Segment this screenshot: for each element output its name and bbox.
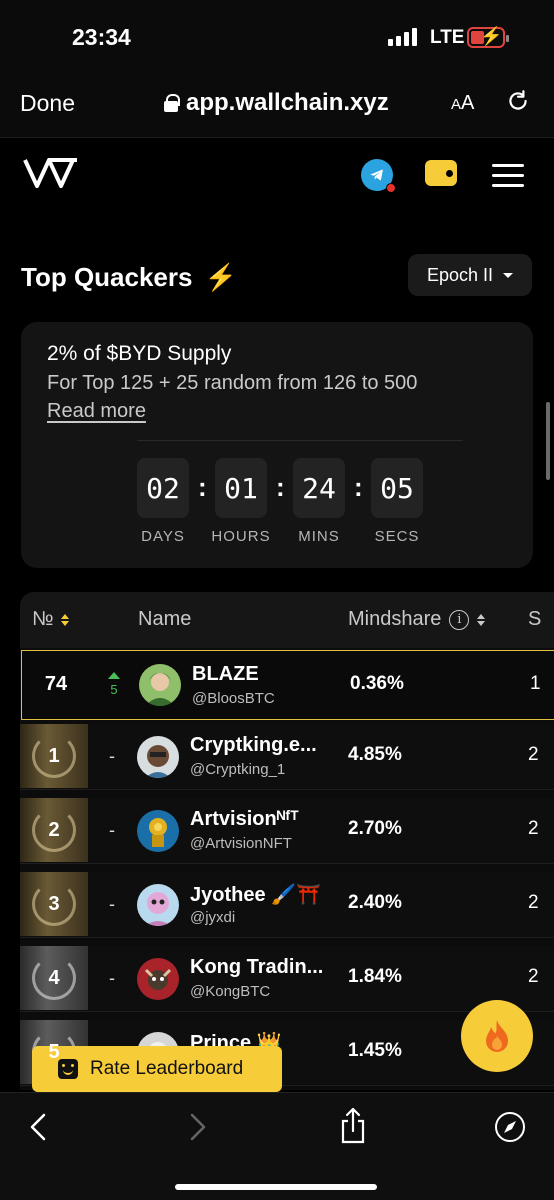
next-column-value: 2 xyxy=(528,818,539,839)
avatar xyxy=(137,810,179,852)
reward-description: For Top 125 + 25 random from 126 to 500 xyxy=(47,372,418,394)
rank-change: - xyxy=(109,967,115,988)
user-handle: @KongBTC xyxy=(190,983,271,1000)
table-row[interactable]: 1 - Cryptking.e... @Cryptking_1 4.85% 2 xyxy=(20,724,554,790)
home-indicator xyxy=(175,1184,377,1190)
user-handle: @ArtvisionNFT xyxy=(190,835,292,852)
browser-toolbar: Done app.wallchain.xyz AA xyxy=(0,76,554,138)
next-column-value: 2 xyxy=(528,892,539,913)
info-icon[interactable]: i xyxy=(449,609,470,630)
divider xyxy=(137,440,463,441)
countdown-days: 02 xyxy=(137,458,189,518)
countdown-mins: 24 xyxy=(293,458,345,518)
user-name: BLAZE xyxy=(192,663,259,685)
column-next: S xyxy=(528,608,542,630)
address-bar[interactable]: app.wallchain.xyz xyxy=(164,89,389,117)
mindshare-value: 0.36% xyxy=(350,673,404,694)
user-name: Cryptking.e... xyxy=(190,734,317,756)
arrow-up-icon xyxy=(108,672,120,679)
sort-icon xyxy=(61,613,70,626)
lock-icon xyxy=(164,94,180,112)
column-mindshare[interactable]: Mindshare i xyxy=(348,608,486,631)
network-type: LTE xyxy=(430,27,465,48)
mindshare-value: 2.70% xyxy=(348,818,402,839)
smile-icon xyxy=(58,1059,78,1079)
status-bar: 23:34 LTE ⚡ xyxy=(0,0,554,76)
signal-icon xyxy=(388,28,417,46)
mindshare-value: 1.45% xyxy=(348,1040,402,1061)
rate-leaderboard-button[interactable]: Rate Leaderboard xyxy=(32,1046,282,1092)
avatar xyxy=(139,664,181,706)
user-handle: @jyxdi xyxy=(190,909,236,926)
notification-dot xyxy=(386,183,396,193)
table-header: № Name Mindshare i S xyxy=(20,592,554,648)
rank-badge-gold: 3 xyxy=(20,872,88,936)
avatar xyxy=(137,884,179,926)
rank-change: 5 xyxy=(104,651,124,718)
done-button[interactable]: Done xyxy=(20,90,75,117)
rank-badge-silver: 4 xyxy=(20,946,88,1010)
clock: 23:34 xyxy=(72,24,131,50)
mindshare-value: 4.85% xyxy=(348,744,402,765)
table-row[interactable]: 2 - Artvisionᴺᶠᵀ @ArtvisionNFT 2.70% 2 xyxy=(20,798,554,864)
user-handle: @BloosBTC xyxy=(192,690,275,707)
mindshare-value: 1.84% xyxy=(348,966,402,987)
rank-cell: 74 xyxy=(44,673,68,695)
countdown-label: HOURS xyxy=(211,528,271,545)
next-column-value: 2 xyxy=(528,966,539,987)
fire-icon xyxy=(486,1020,508,1052)
read-more-link[interactable]: Read more xyxy=(47,400,146,423)
table-row[interactable]: 3 - Jyothee 🖌️⛩️ @jyxdi 2.40% 2 xyxy=(20,872,554,938)
battery-icon: ⚡ xyxy=(467,26,509,48)
user-name: Kong Tradin... xyxy=(190,956,324,978)
user-handle: @Cryptking_1 xyxy=(190,761,286,778)
telegram-icon[interactable] xyxy=(361,159,396,193)
rank-change: - xyxy=(109,819,115,840)
next-column-value: 1 xyxy=(530,673,541,694)
wallet-icon[interactable] xyxy=(425,160,457,186)
page-title: Top Quackers ⚡ xyxy=(21,262,237,292)
lightning-icon: ⚡ xyxy=(204,262,237,292)
compass-icon[interactable] xyxy=(494,1111,526,1148)
fire-button[interactable] xyxy=(461,1000,533,1072)
reload-icon[interactable] xyxy=(505,88,531,121)
menu-icon[interactable] xyxy=(492,164,524,194)
countdown-label: MINS xyxy=(298,528,340,545)
user-name: Artvisionᴺᶠᵀ xyxy=(190,808,299,830)
scrollbar[interactable] xyxy=(546,402,550,480)
text-size-button[interactable]: AA xyxy=(451,92,474,115)
table-row[interactable]: 4 - Kong Tradin... @KongBTC 1.84% 2 xyxy=(20,946,554,1012)
countdown-hours: 01 xyxy=(215,458,267,518)
rank-change: - xyxy=(109,745,115,766)
back-icon[interactable] xyxy=(26,1111,50,1148)
share-icon[interactable] xyxy=(338,1107,368,1150)
reward-card: 2% of $BYD Supply For Top 125 + 25 rando… xyxy=(21,322,533,568)
wallchain-logo[interactable] xyxy=(22,156,80,190)
countdown-label: DAYS xyxy=(141,528,185,545)
column-name: Name xyxy=(138,608,192,630)
avatar xyxy=(137,736,179,778)
countdown-secs: 05 xyxy=(371,458,423,518)
rank-change: - xyxy=(109,893,115,914)
reward-headline: 2% of $BYD Supply xyxy=(47,342,232,365)
avatar xyxy=(137,958,179,1000)
app-header xyxy=(0,138,554,218)
chevron-down-icon xyxy=(503,272,514,278)
countdown-label: SECS xyxy=(374,528,420,545)
column-rank[interactable]: № xyxy=(32,608,70,631)
forward-icon[interactable] xyxy=(186,1111,210,1148)
rank-badge-gold: 2 xyxy=(20,798,88,862)
rank-badge-gold: 1 xyxy=(20,724,88,788)
table-row-current-user[interactable]: 74 5 BLAZE @BloosBTC 0.36% 1 xyxy=(21,650,554,720)
sort-icon xyxy=(477,613,486,626)
epoch-dropdown[interactable]: Epoch II xyxy=(408,254,532,296)
next-column-value: 2 xyxy=(528,744,539,765)
user-name: Jyothee 🖌️⛩️ xyxy=(190,884,321,906)
mindshare-value: 2.40% xyxy=(348,892,402,913)
url-text: app.wallchain.xyz xyxy=(186,89,389,116)
